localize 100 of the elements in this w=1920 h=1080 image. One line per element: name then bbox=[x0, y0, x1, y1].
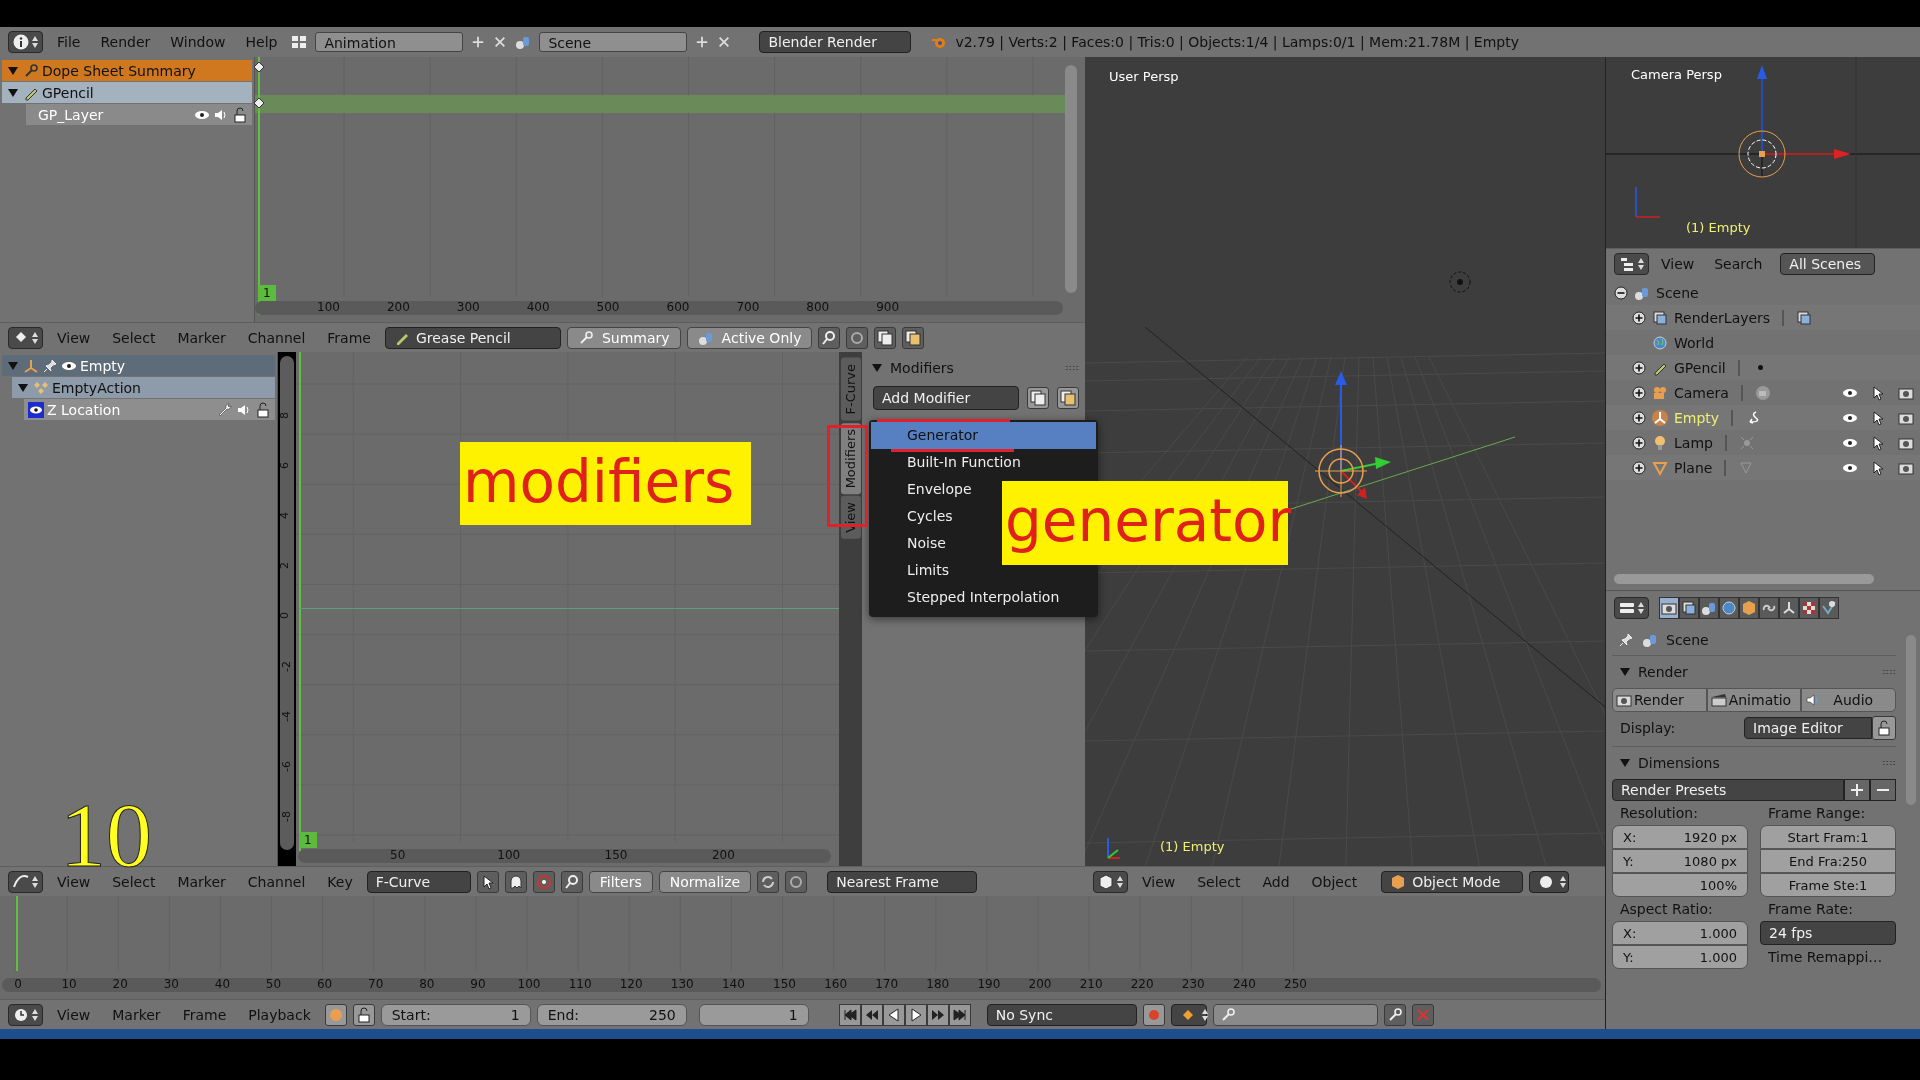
expand-arrow-icon[interactable] bbox=[8, 66, 18, 75]
channel-row[interactable]: GPencil bbox=[2, 82, 252, 103]
active-only-toggle[interactable]: Active Only bbox=[686, 326, 813, 349]
copy-button[interactable] bbox=[874, 326, 897, 349]
frame-ruler[interactable]: 0 10 20 30 40 50 60 70 80 90 100 110 120 130 140 150 160 170 180 190 200 210 220 230 240 250 bbox=[2, 978, 1601, 992]
ghost-button[interactable] bbox=[504, 870, 527, 893]
outliner-row[interactable]: Scene bbox=[1606, 280, 1920, 305]
cursor-icon[interactable] bbox=[1870, 409, 1886, 426]
record-button[interactable] bbox=[1142, 1003, 1165, 1026]
frame-ruler[interactable]: 50 100 150 200 bbox=[298, 849, 831, 863]
editor-type-button[interactable] bbox=[8, 31, 43, 53]
close-icon[interactable] bbox=[717, 35, 732, 49]
start-frame-field[interactable]: Start: 1 bbox=[380, 1003, 531, 1026]
summary-toggle[interactable]: Summary bbox=[566, 326, 681, 349]
menu-item[interactable]: View bbox=[49, 873, 99, 890]
close-icon[interactable] bbox=[493, 35, 508, 49]
menu-item[interactable]: Add bbox=[1254, 873, 1298, 890]
number-field[interactable]: Frame Ste:1 bbox=[1760, 873, 1896, 897]
panel-tab[interactable]: F-Curve bbox=[840, 358, 861, 421]
editor-type-button[interactable] bbox=[8, 326, 43, 349]
outliner-row[interactable]: GPencil bbox=[1606, 355, 1920, 380]
number-field[interactable]: X: 1920 px bbox=[1612, 825, 1748, 849]
number-field[interactable]: X: 1.000 bbox=[1612, 921, 1748, 945]
editor-type-button[interactable] bbox=[8, 870, 43, 893]
pin-icon[interactable] bbox=[1618, 632, 1634, 648]
cursor-icon[interactable] bbox=[1870, 384, 1886, 401]
jump-start-button[interactable] bbox=[838, 1003, 861, 1026]
expand-icon[interactable] bbox=[1632, 460, 1646, 475]
menu-item[interactable]: Generator bbox=[871, 422, 1096, 449]
previous-keyframe-button[interactable] bbox=[860, 1003, 883, 1026]
expand-icon[interactable] bbox=[1632, 310, 1646, 325]
number-field[interactable]: 100% bbox=[1612, 873, 1748, 897]
menu-item[interactable]: Envelope bbox=[907, 476, 972, 503]
display-dropdown[interactable]: Image Editor bbox=[1744, 717, 1872, 739]
insert-key-button[interactable] bbox=[1383, 1003, 1406, 1026]
menu-item[interactable]: Help bbox=[239, 34, 284, 50]
menu-item[interactable]: File bbox=[51, 34, 87, 50]
mode-dropdown[interactable]: F-Curve bbox=[366, 870, 471, 893]
lock-icon[interactable] bbox=[255, 401, 271, 418]
cursor-icon[interactable] bbox=[1870, 459, 1886, 476]
search-button[interactable] bbox=[818, 326, 841, 349]
channel-row[interactable]: Empty bbox=[2, 355, 275, 376]
keyframe-icon[interactable] bbox=[254, 62, 264, 72]
constraints-tab[interactable] bbox=[1759, 597, 1779, 619]
paste-button[interactable] bbox=[1057, 387, 1079, 409]
expand-arrow-icon[interactable] bbox=[8, 88, 18, 97]
lock-button[interactable] bbox=[1872, 716, 1896, 740]
remove-preset-button[interactable] bbox=[1870, 779, 1896, 801]
scrollbar[interactable] bbox=[1065, 65, 1077, 293]
add-icon[interactable] bbox=[695, 35, 710, 49]
paste-button[interactable] bbox=[902, 326, 925, 349]
editor-type-button[interactable] bbox=[1093, 870, 1128, 893]
layers-tab[interactable] bbox=[1679, 597, 1699, 619]
menu-item[interactable]: View bbox=[49, 329, 99, 346]
expand-icon[interactable] bbox=[1632, 385, 1646, 400]
number-field[interactable]: Start Fram:1 bbox=[1760, 825, 1896, 849]
menu-item[interactable]: Select bbox=[104, 873, 164, 890]
menu-item[interactable]: Render bbox=[94, 34, 157, 50]
lock-button[interactable] bbox=[352, 1003, 375, 1026]
menu-item[interactable]: Frame bbox=[174, 1006, 235, 1023]
proportional-button[interactable] bbox=[785, 870, 808, 893]
next-keyframe-button[interactable] bbox=[926, 1003, 949, 1026]
expand-icon[interactable] bbox=[1632, 435, 1646, 450]
outliner-row[interactable]: Empty bbox=[1606, 405, 1920, 430]
wrench-icon[interactable] bbox=[217, 401, 233, 418]
menu-item[interactable]: Playback bbox=[240, 1006, 319, 1023]
expand-icon[interactable] bbox=[1632, 410, 1646, 425]
editor-type-button[interactable] bbox=[1614, 252, 1649, 275]
menu-item[interactable]: Frame bbox=[319, 329, 379, 346]
menu-item[interactable]: View bbox=[1653, 255, 1703, 272]
scene-tab[interactable] bbox=[1699, 597, 1719, 619]
number-field[interactable]: Y: 1.000 bbox=[1612, 945, 1748, 969]
collapse-icon[interactable] bbox=[1614, 285, 1628, 300]
render-action-button[interactable]: Render bbox=[1612, 688, 1707, 712]
frame-ruler[interactable]: 100 200 300 400 500 600 700 800 900 bbox=[255, 301, 1063, 315]
keying-dropdown[interactable] bbox=[1170, 1003, 1207, 1026]
scrollbar[interactable] bbox=[1906, 635, 1916, 805]
outliner-row[interactable]: Lamp bbox=[1606, 430, 1920, 455]
menu-item[interactable]: Stepped Interpolation bbox=[907, 584, 1060, 611]
menu-item[interactable]: Channel bbox=[239, 873, 314, 890]
normalize-toggle[interactable]: Normalize bbox=[658, 870, 752, 893]
data-tab[interactable] bbox=[1779, 597, 1799, 619]
texture-tab[interactable] bbox=[1799, 597, 1819, 619]
editor-type-button[interactable] bbox=[1614, 597, 1649, 619]
sync-dropdown[interactable]: No Sync bbox=[986, 1003, 1137, 1026]
outliner-row[interactable]: Plane bbox=[1606, 455, 1920, 480]
mode-dropdown[interactable]: Object Mode bbox=[1381, 870, 1524, 893]
render-presets-dropdown[interactable]: Render Presets bbox=[1612, 779, 1844, 801]
menu-item[interactable]: Cycles bbox=[907, 503, 953, 530]
menu-item[interactable]: Marker bbox=[169, 873, 234, 890]
proportional-button[interactable] bbox=[846, 326, 869, 349]
layout-icon[interactable] bbox=[291, 34, 308, 50]
channel-row[interactable]: Z Location bbox=[24, 399, 275, 420]
menu-item[interactable]: Channel bbox=[239, 329, 314, 346]
delete-key-button[interactable] bbox=[1411, 1003, 1434, 1026]
expand-icon[interactable] bbox=[1632, 360, 1646, 375]
play-button[interactable] bbox=[904, 1003, 927, 1026]
current-frame-indicator[interactable]: 1 bbox=[299, 832, 317, 848]
channel-row[interactable]: EmptyAction bbox=[12, 377, 275, 398]
keying-set-field[interactable] bbox=[1212, 1003, 1378, 1026]
